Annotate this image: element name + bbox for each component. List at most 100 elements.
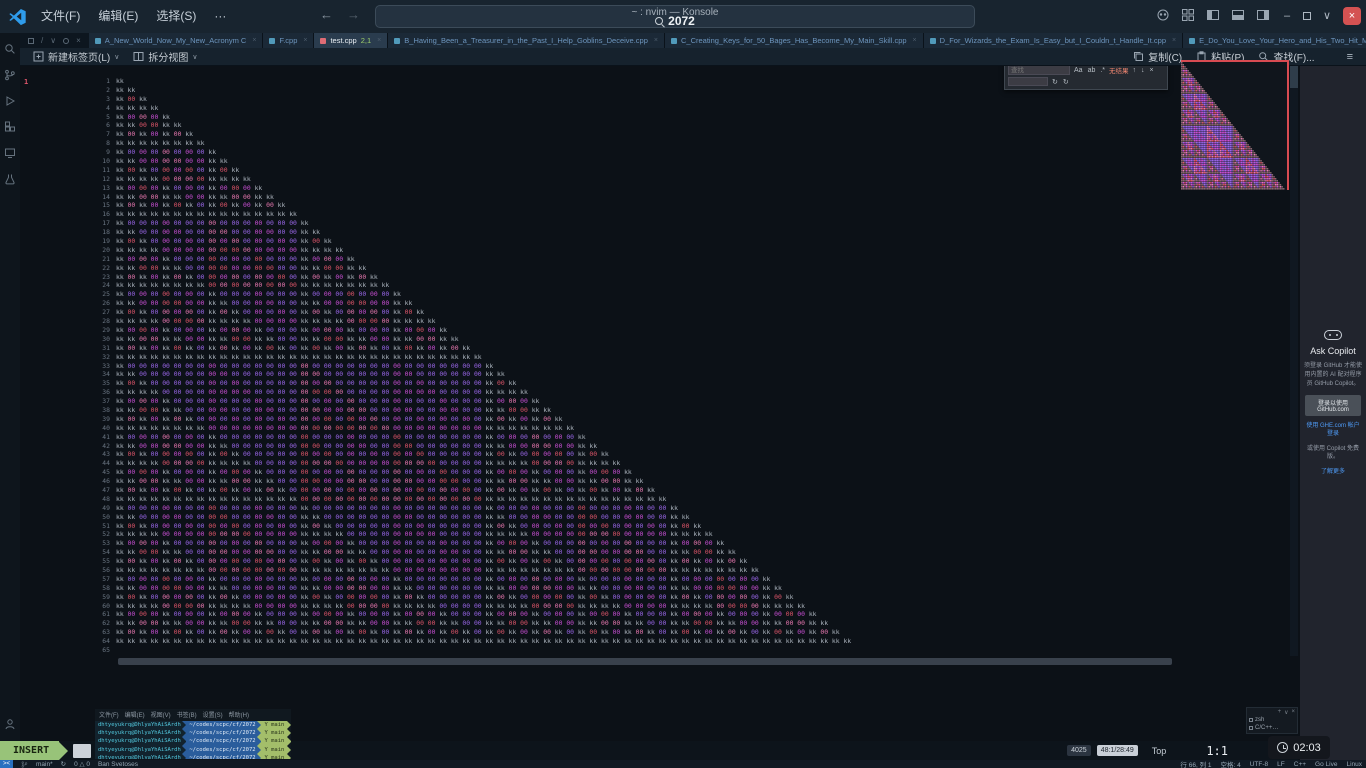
chevron-down-icon[interactable]: ∨ bbox=[1284, 709, 1288, 716]
menu-help[interactable]: 帮助(H) bbox=[229, 710, 249, 719]
menu-bookmarks[interactable]: 书签(B) bbox=[177, 710, 197, 719]
close-icon[interactable]: × bbox=[1149, 67, 1155, 74]
next-match-icon[interactable]: ↓ bbox=[1140, 67, 1146, 74]
toggle-secondary-sidebar-icon[interactable] bbox=[1256, 8, 1270, 22]
tab-close-icon[interactable]: × bbox=[252, 37, 256, 44]
run-debug-icon[interactable] bbox=[4, 95, 16, 107]
toggle-sidebar-icon[interactable] bbox=[1206, 8, 1220, 22]
editor-tab[interactable]: C_Creating_Keys_for_50_Bages_Has_Become_… bbox=[665, 33, 924, 48]
close-icon[interactable]: × bbox=[76, 37, 81, 45]
os-status[interactable]: Linux bbox=[1346, 761, 1362, 768]
hamburger-menu-icon[interactable]: ≡ bbox=[1338, 51, 1362, 63]
cursor-position-status[interactable]: 行 66, 列 1 bbox=[1180, 759, 1211, 768]
go-live-status[interactable]: Go Live bbox=[1315, 761, 1337, 768]
menu-edit[interactable]: 编辑(E) bbox=[125, 710, 145, 719]
customize-layout-icon[interactable] bbox=[1181, 8, 1195, 22]
extension-status[interactable]: Ban Svetoses bbox=[98, 761, 138, 768]
editor-tab[interactable]: D_For_Wizards_the_Exam_Is_Easy_but_I_Cou… bbox=[924, 33, 1183, 48]
code-token: kk bbox=[220, 477, 232, 486]
code-token: kk bbox=[393, 326, 405, 335]
code-token: kk bbox=[301, 308, 313, 317]
maximize-button[interactable] bbox=[1303, 12, 1311, 20]
remote-explorer-icon[interactable] bbox=[4, 147, 16, 159]
clock-widget[interactable]: 02:03 bbox=[1268, 736, 1330, 759]
match-case-toggle[interactable]: Aa bbox=[1073, 67, 1084, 74]
grid-icon[interactable] bbox=[28, 38, 34, 44]
vscode-logo-icon[interactable] bbox=[9, 8, 26, 25]
terminal-list-item[interactable]: zsh bbox=[1249, 716, 1295, 724]
menu-more[interactable]: ··· bbox=[205, 5, 235, 27]
indentation-status[interactable]: 空格: 4 bbox=[1221, 759, 1241, 768]
eol-status[interactable]: LF bbox=[1277, 761, 1285, 768]
regex-toggle[interactable]: .* bbox=[1099, 67, 1106, 74]
menu-file[interactable]: 文件(F) bbox=[99, 710, 119, 719]
code-token: 00 bbox=[231, 299, 243, 308]
tab-close-icon[interactable]: × bbox=[654, 37, 658, 44]
prev-match-icon[interactable]: ↑ bbox=[1132, 67, 1138, 74]
minimap[interactable] bbox=[1181, 60, 1289, 190]
editor-tab[interactable]: F.cpp× bbox=[263, 33, 314, 48]
remote-indicator[interactable]: >< bbox=[0, 760, 13, 768]
replace-all-icon[interactable]: ↻ bbox=[1062, 78, 1070, 86]
menu-edit[interactable]: 编辑(E) bbox=[89, 5, 147, 27]
tab-close-icon[interactable]: × bbox=[303, 37, 307, 44]
extensions-icon[interactable] bbox=[4, 121, 16, 133]
edit-icon[interactable]: / bbox=[41, 37, 43, 45]
code-token: 00 bbox=[451, 602, 463, 611]
whole-word-toggle[interactable]: ab bbox=[1087, 67, 1097, 74]
tab-close-icon[interactable]: × bbox=[377, 37, 381, 44]
close-icon[interactable]: × bbox=[1291, 709, 1295, 716]
terminal-list-item[interactable]: C/C++… bbox=[1249, 724, 1295, 732]
code-token: 00 bbox=[416, 468, 428, 477]
test-beaker-icon[interactable] bbox=[4, 173, 16, 185]
copy-button[interactable]: 复制(C) bbox=[1126, 49, 1189, 64]
find-input[interactable] bbox=[1008, 65, 1070, 75]
close-button[interactable]: × bbox=[1343, 7, 1361, 25]
code-token: 00 bbox=[289, 255, 301, 264]
copilot-signin-button[interactable]: 登录以使用 GitHub.com bbox=[1305, 395, 1361, 416]
chevron-down-icon[interactable]: ∨ bbox=[50, 37, 56, 45]
encoding-status[interactable]: UTF-8 bbox=[1250, 761, 1268, 768]
split-view-button[interactable]: 拆分视图 ∨ bbox=[126, 48, 204, 65]
tab-close-icon[interactable]: × bbox=[913, 37, 917, 44]
code-token: 00 bbox=[289, 513, 301, 522]
menu-file[interactable]: 文件(F) bbox=[32, 5, 89, 27]
account-icon[interactable] bbox=[4, 718, 16, 730]
toggle-panel-icon[interactable] bbox=[1231, 8, 1245, 22]
replace-input[interactable] bbox=[1008, 77, 1048, 86]
copilot-learn-more-link[interactable]: 了解更多 bbox=[1321, 468, 1345, 476]
replace-icon[interactable]: ↻ bbox=[1051, 78, 1059, 86]
search-icon[interactable] bbox=[4, 43, 16, 55]
horizontal-scrollbar[interactable] bbox=[118, 658, 1172, 665]
editor-tab[interactable]: test.cpp2,1× bbox=[314, 33, 388, 48]
record-icon[interactable] bbox=[63, 38, 69, 44]
editor-area[interactable]: 1 1kk2kkkk3kk00kk4kkkkkkkk5kk000000kk6kk… bbox=[20, 66, 1298, 760]
vertical-scrollbar[interactable] bbox=[1290, 66, 1298, 656]
copilot-icon[interactable] bbox=[1156, 8, 1170, 22]
copilot-ghe-link[interactable]: 使用 GHE.com 帐户登录 bbox=[1304, 422, 1362, 439]
menu-settings[interactable]: 设置(S) bbox=[203, 710, 223, 719]
source-control-icon[interactable] bbox=[4, 69, 16, 81]
window-menu-chevron-icon[interactable]: ∨ bbox=[1319, 7, 1335, 25]
forward-arrow-icon[interactable]: → bbox=[347, 7, 360, 22]
scrollbar-thumb[interactable] bbox=[1290, 66, 1298, 88]
problems-status[interactable]: 0 △ 0 bbox=[74, 760, 90, 768]
code-token: 00 bbox=[162, 513, 174, 522]
menu-selection[interactable]: 选择(S) bbox=[147, 5, 205, 27]
editor-tab[interactable]: B_Having_Been_a_Treasurer_in_the_Past_I_… bbox=[388, 33, 665, 48]
back-arrow-icon[interactable]: ← bbox=[320, 7, 333, 22]
command-center-search[interactable]: 2072 bbox=[376, 14, 974, 28]
plus-icon[interactable]: + bbox=[1278, 709, 1282, 716]
sync-icon[interactable]: ↻ bbox=[61, 760, 66, 768]
git-branch-status[interactable]: main* bbox=[36, 761, 53, 768]
language-status[interactable]: C++ bbox=[1294, 761, 1306, 768]
menu-view[interactable]: 视图(V) bbox=[151, 710, 171, 719]
code-token: 00 bbox=[613, 522, 625, 531]
editor-tab[interactable]: E_Do_You_Love_Your_Hero_and_His_Two_Hit_… bbox=[1183, 33, 1366, 48]
command-center[interactable]: ~ : nvim — Konsole 2072 bbox=[375, 5, 975, 28]
tab-close-icon[interactable]: × bbox=[1172, 37, 1176, 44]
editor-tab[interactable]: A_New_World_Now_My_New_Acronym C× bbox=[89, 33, 264, 48]
line-number: 58 bbox=[20, 584, 116, 593]
new-tab-button[interactable]: 新建标签页(L) ∨ bbox=[26, 48, 126, 65]
minimize-button[interactable]: – bbox=[1279, 7, 1295, 25]
